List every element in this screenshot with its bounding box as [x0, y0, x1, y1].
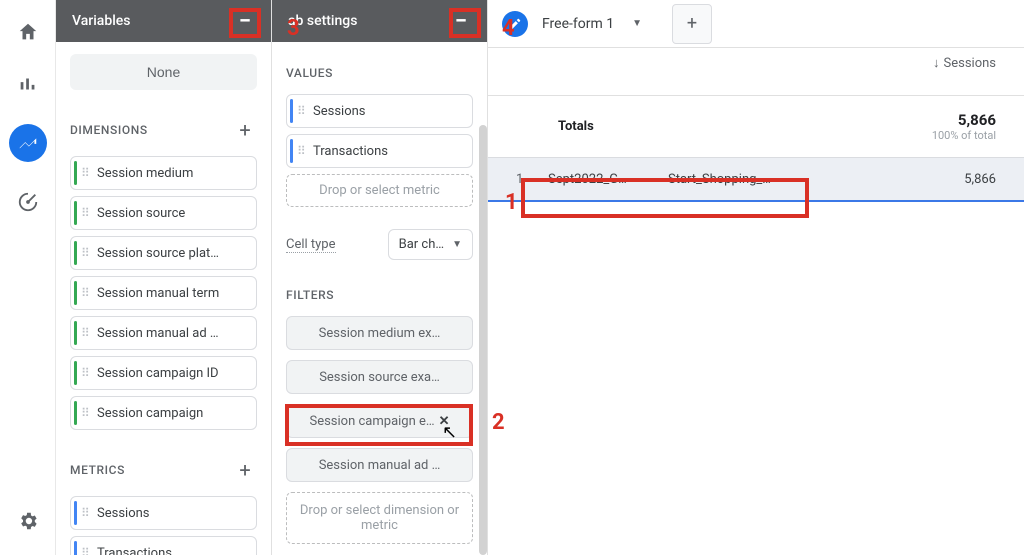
dimension-chip[interactable]: ⠿Session source	[70, 196, 257, 230]
dimension-chip[interactable]: ⠿Session campaign ID	[70, 356, 257, 390]
reports-icon[interactable]	[16, 72, 40, 96]
dimension-chip[interactable]: ⠿Session medium	[70, 156, 257, 190]
explore-icon[interactable]	[9, 124, 47, 162]
column-header-sort[interactable]: ↓ Sessions	[933, 56, 996, 72]
advertising-icon[interactable]	[16, 190, 40, 214]
segment-none-button[interactable]: None	[70, 54, 257, 90]
filters-heading: FILTERS	[286, 288, 334, 302]
dimension-chip[interactable]: ⠿Session manual term	[70, 276, 257, 310]
totals-value: 5,866	[932, 111, 996, 129]
sort-desc-icon: ↓	[933, 56, 940, 72]
drop-dim-metric-zone[interactable]: Drop or select dimension or metric	[286, 492, 473, 544]
settings-icon[interactable]	[16, 509, 40, 533]
dimension-chip[interactable]: ⠿Session source plat…	[70, 236, 257, 270]
tabs-bar: Free-form 1 ▼ +	[488, 0, 1024, 48]
metric-chip[interactable]: ⠿Transactions	[70, 536, 257, 555]
home-icon[interactable]	[16, 20, 40, 44]
tab-settings-panel: ab settings − VALUES ⠿Sessions ⠿Transact…	[272, 0, 488, 555]
totals-subtext: 100% of total	[932, 129, 996, 142]
chevron-down-icon: ▼	[632, 18, 642, 29]
variables-title: Variables	[72, 13, 130, 29]
edit-tab-icon[interactable]	[502, 11, 528, 37]
variables-header: Variables −	[56, 0, 271, 42]
cell-type-label: Cell type	[286, 237, 336, 253]
add-dimension-button[interactable]: +	[233, 118, 257, 142]
totals-label: Totals	[558, 119, 594, 134]
row-index: 1	[516, 172, 548, 187]
table-row[interactable]: 1 Sept2022_G… Start_Shopping_… 5,866	[488, 158, 1024, 202]
drop-metric-zone[interactable]: Drop or select metric	[286, 174, 473, 207]
add-tab-button[interactable]: +	[672, 4, 712, 44]
value-chip[interactable]: ⠿Transactions	[286, 134, 473, 168]
report-header-row: Session campaign Session manual ad conte…	[488, 48, 1024, 96]
scrollbar[interactable]	[479, 125, 487, 555]
filter-chip[interactable]: Session medium ex…	[286, 316, 473, 350]
filter-chip[interactable]: Session source exa…	[286, 360, 473, 394]
metrics-heading: METRICS	[70, 463, 125, 477]
row-cell: Sept2022_G…	[548, 172, 668, 187]
dimension-chip[interactable]: ⠿Session campaign	[70, 396, 257, 430]
filter-chip[interactable]: Session manual ad …	[286, 448, 473, 482]
tab-settings-header: ab settings −	[272, 0, 487, 42]
variables-collapse-button[interactable]: −	[231, 7, 259, 35]
totals-row: Totals 5,866 100% of total	[488, 96, 1024, 158]
cell-type-select[interactable]: Bar ch… ▼	[388, 229, 473, 260]
dimensions-heading: DIMENSIONS	[70, 123, 148, 137]
variables-panel: Variables − None DIMENSIONS + ⠿Session m…	[56, 0, 272, 555]
row-cell: Start_Shopping_…	[668, 172, 808, 187]
dimension-chip[interactable]: ⠿Session manual ad …	[70, 316, 257, 350]
metric-chip[interactable]: ⠿Sessions	[70, 496, 257, 530]
row-value: 5,866	[964, 172, 996, 187]
tab-settings-collapse-button[interactable]: −	[447, 7, 475, 35]
values-heading: VALUES	[286, 66, 333, 80]
report-canvas: Free-form 1 ▼ + Session campaign Session…	[488, 0, 1024, 555]
tab-settings-title: ab settings	[288, 13, 357, 29]
add-metric-button[interactable]: +	[233, 458, 257, 482]
nav-rail	[0, 0, 56, 555]
mouse-cursor-icon: ↖	[442, 422, 457, 443]
chevron-down-icon: ▼	[452, 239, 462, 250]
tab-free-form-1[interactable]: Free-form 1 ▼	[542, 16, 642, 32]
value-chip[interactable]: ⠿Sessions	[286, 94, 473, 128]
